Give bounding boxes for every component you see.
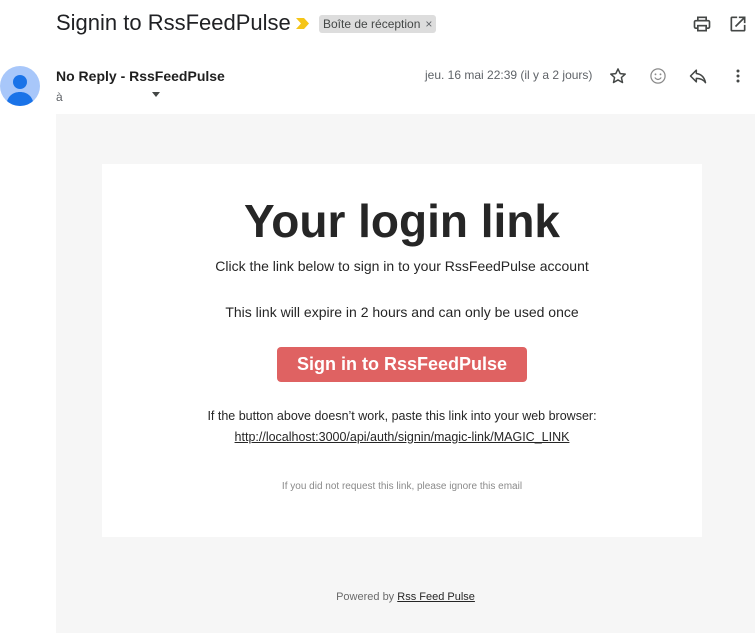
avatar[interactable] [0, 66, 40, 106]
star-icon[interactable] [608, 66, 628, 86]
inbox-label-chip[interactable]: Boîte de réception × [319, 15, 437, 33]
email-date: jeu. 16 mai 22:39 (il y a 2 jours) [425, 68, 593, 82]
recipient-details-toggle[interactable]: à [56, 88, 160, 104]
ignore-note: If you did not request this link, please… [281, 481, 523, 492]
headline: Your login link [243, 195, 561, 247]
fallback-instructions: If the button above doesn’t work, paste … [207, 409, 597, 423]
sender-name[interactable]: No Reply - RssFeedPulse [56, 68, 225, 84]
importance-marker-icon[interactable] [296, 18, 309, 29]
powered-by-prefix: Powered by [336, 591, 395, 603]
inbox-label-text: Boîte de réception [323, 17, 421, 31]
email-subject: Signin to RssFeedPulse [56, 10, 291, 35]
person-avatar-icon [6, 75, 34, 106]
powered-by-link[interactable]: Rss Feed Pulse [397, 591, 475, 603]
expiry-note: This link will expire in 2 hours and can… [225, 304, 579, 320]
instructions-text: Click the link below to sign in to your … [215, 258, 589, 274]
print-icon[interactable] [692, 14, 712, 34]
emoji-react-icon[interactable] [648, 66, 668, 86]
magic-link[interactable]: http://localhost:3000/api/auth/signin/ma… [102, 430, 702, 444]
reply-icon[interactable] [688, 66, 708, 86]
open-in-new-window-icon[interactable] [728, 14, 748, 34]
email-content-card: Your login link Click the link below to … [102, 164, 702, 537]
remove-label-icon[interactable]: × [425, 17, 432, 31]
powered-by-footer: Powered by Rss Feed Pulse [56, 591, 755, 603]
recipient-label: à [56, 90, 63, 104]
chevron-down-icon[interactable] [152, 92, 160, 97]
more-vertical-icon[interactable] [728, 66, 748, 86]
sign-in-button[interactable]: Sign in to RssFeedPulse [277, 347, 527, 382]
